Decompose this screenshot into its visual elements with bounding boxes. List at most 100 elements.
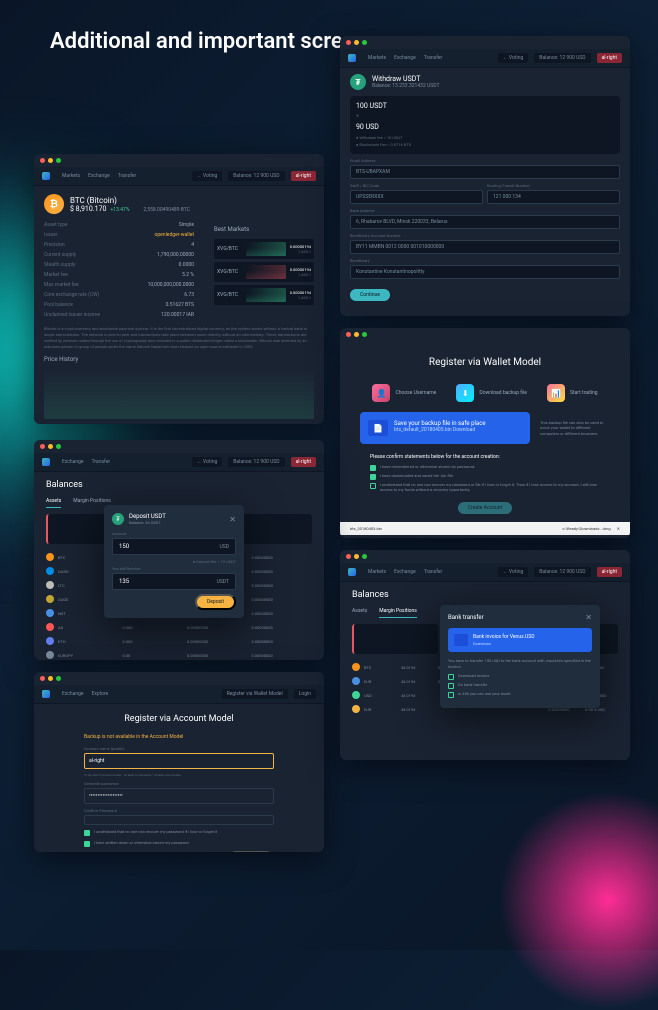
create-account-button[interactable]: Create Account: [458, 502, 512, 514]
withdraw-balance: Balance: 13.233.321432 USDT: [372, 83, 439, 89]
balance-row[interactable]: ETH0.0000.000000000.00000000: [46, 634, 312, 648]
file-icon: 📄: [368, 420, 388, 436]
deposit-modal: ₮ Deposit USDT Balance: 34 USDT ✕ Amount…: [104, 505, 244, 618]
voting-link[interactable]: ← Voting: [498, 53, 529, 63]
checkbox-2[interactable]: [370, 474, 376, 480]
step-2: ⬇ Download backup file: [456, 384, 527, 402]
close-icon[interactable]: ✕: [585, 613, 592, 622]
nav-exchange[interactable]: Exchange: [88, 173, 110, 179]
download-link[interactable]: Download: [453, 427, 475, 433]
cb2[interactable]: [84, 841, 90, 847]
amount-input[interactable]: 150USD: [112, 538, 236, 555]
withdraw-fee1: ● Withdraw fee = 10 USDT: [356, 134, 614, 141]
name-input[interactable]: al-right: [84, 753, 274, 769]
info-value: 5.2 %: [182, 272, 194, 278]
margin-card-1[interactable]: [352, 624, 438, 654]
cb1[interactable]: [84, 830, 90, 836]
nav-transfer[interactable]: Transfer: [118, 173, 136, 179]
confirm-title: Please confirm statements below for the …: [370, 454, 600, 460]
account-input[interactable]: BY11 MMBN 0012 0000 001010000000: [350, 240, 620, 254]
file-download[interactable]: bts_20180403.bin: [350, 526, 382, 531]
swift-label: Swift / BIC Code: [350, 183, 483, 188]
info-label: Precision: [44, 242, 65, 248]
bank-step2: Do bank transfer: [458, 682, 487, 687]
voting-link[interactable]: ← Voting: [192, 171, 223, 181]
name-label: Account name (public): [84, 746, 274, 751]
bank-description: You have to transfer 150 USD to the bank…: [448, 658, 592, 669]
nav-markets[interactable]: Markets: [62, 173, 80, 179]
backup-title: Save your backup file in safe place: [394, 420, 522, 427]
confirm-input[interactable]: [84, 815, 274, 825]
cb2-text: I have written down or otherwise stored …: [94, 840, 189, 845]
nav-transfer[interactable]: Transfer: [424, 55, 442, 61]
wallet-model-button[interactable]: Register via Wallet Model: [222, 689, 288, 699]
info-label: Issuer: [44, 232, 58, 238]
deposit-title: Deposit USDT: [129, 513, 166, 520]
checkbox-1[interactable]: [370, 465, 376, 471]
btc-icon: ₿: [44, 194, 64, 214]
asset-info-list: Asset typeSimpleIssueropenledger-walletP…: [44, 220, 194, 320]
fee-label: ● Deposit fee = 15 USDT: [112, 559, 236, 564]
account-chip[interactable]: al-right: [597, 53, 622, 63]
market-item[interactable]: XVG/BTC0.000001941,428.1: [214, 239, 314, 259]
deposit-button[interactable]: Deposit: [195, 594, 236, 610]
logo-icon: [42, 172, 50, 180]
info-value: 0.0000: [179, 262, 194, 268]
login-button[interactable]: Login: [294, 689, 316, 699]
routing-input[interactable]: 121 000 134: [487, 190, 620, 204]
nav-exchange[interactable]: Exchange: [62, 459, 84, 465]
nav-markets[interactable]: Markets: [368, 569, 386, 575]
swift-input[interactable]: UPSSERXXX: [350, 190, 483, 204]
register-account-title: Register via Account Model: [34, 704, 324, 734]
name-hint: To be valid it should include: * at leas…: [84, 773, 274, 777]
withdraw-card: Markets Exchange Transfer ← Voting Balan…: [340, 36, 630, 316]
bank-transfer-modal: Bank transfer ✕ Bank invoice for Venus.U…: [440, 605, 600, 708]
info-value: 6.73: [184, 292, 194, 298]
nav-explore[interactable]: Explore: [92, 691, 109, 697]
tab-margin[interactable]: Margin Positions: [379, 608, 417, 618]
continue-button[interactable]: Continue: [350, 289, 390, 301]
nav-transfer[interactable]: Transfer: [424, 569, 442, 575]
tab-assets[interactable]: Assets: [352, 608, 367, 618]
account-label: Beneficiary Account Number: [350, 233, 620, 238]
bank-step1-icon: [448, 674, 454, 680]
nav-markets[interactable]: Markets: [368, 55, 386, 61]
price-chart: [44, 369, 314, 419]
info-value: openledger-wallet: [155, 232, 195, 238]
checkbox-3[interactable]: [370, 483, 376, 489]
account-chip[interactable]: al-right: [597, 567, 622, 577]
nav-exchange[interactable]: Exchange: [394, 569, 416, 575]
step-3: 📊 Start trading: [547, 384, 598, 402]
usdt-icon: ₮: [112, 513, 124, 525]
account-chip[interactable]: al-right: [291, 171, 316, 181]
download-link[interactable]: Download: [473, 641, 534, 646]
tab-assets[interactable]: Assets: [46, 498, 61, 508]
balance-row[interactable]: EUROPY0.000.000000000.00000000: [46, 648, 312, 660]
voting-link[interactable]: ← Voting: [192, 457, 223, 467]
balance-display: Balance: 12 900 USD: [228, 457, 284, 467]
bank-step3: In 48h you can use your asset: [458, 691, 511, 696]
download-icon: ⬇: [456, 384, 474, 402]
close-icon[interactable]: ✕: [617, 526, 620, 531]
voting-link[interactable]: ← Voting: [498, 567, 529, 577]
email-input[interactable]: BTS-UBAPXAM: [350, 165, 620, 179]
nav-transfer[interactable]: Transfer: [92, 459, 110, 465]
asset-name: BTC (Bitcoin): [70, 196, 190, 205]
account-chip[interactable]: al-right: [291, 457, 316, 467]
receive-display: 135USDT: [112, 573, 236, 590]
market-item[interactable]: XVG/BTC0.000001941,428.1: [214, 262, 314, 282]
benef-input[interactable]: Konstantine Konstantinopolitty: [350, 265, 620, 279]
addr-input[interactable]: 6, Rhabarov BLVD, Minsk 220033, Belarus: [350, 215, 620, 229]
pass-input[interactable]: ••••••••••••••••••••: [84, 788, 274, 804]
nav-exchange[interactable]: Exchange: [394, 55, 416, 61]
logo-icon: [42, 690, 50, 698]
close-icon[interactable]: ✕: [229, 515, 236, 524]
balance-row[interactable]: AD0.0000.000000000.00000000: [46, 620, 312, 634]
register-button[interactable]: Register: [228, 851, 274, 852]
info-value: 4: [191, 242, 194, 248]
market-item[interactable]: XVG/BTC0.000001941,428.1: [214, 285, 314, 305]
nav-exchange[interactable]: Exchange: [62, 691, 84, 697]
withdraw-converted: 90 USD: [356, 123, 614, 131]
pending-download[interactable]: c:\Ready\Downloads...dmg: [562, 526, 610, 531]
usdt-icon: ₮: [350, 74, 366, 90]
